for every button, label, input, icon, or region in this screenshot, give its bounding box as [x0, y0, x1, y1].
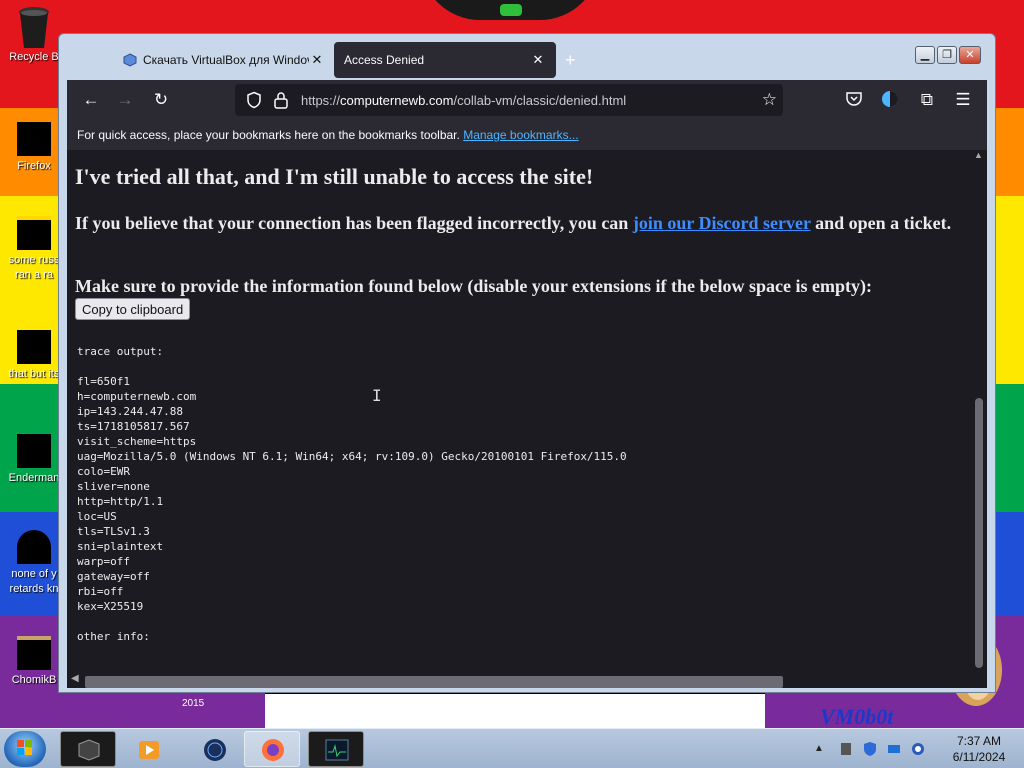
navigation-toolbar: ← → ↻ https://computernewb.com/collab-vm… [67, 80, 987, 120]
taskbar-clock[interactable]: 7:37 AM 6/11/2024 [934, 733, 1024, 765]
paragraph-text: If you believe that your connection has … [75, 213, 633, 233]
firefox-shortcut-icon [17, 122, 51, 156]
desktop-icon-enderman[interactable]: Enderman [2, 434, 66, 486]
desktop-icon-some-russ[interactable]: some russ ran a ra [2, 216, 66, 283]
provide-info-paragraph: Make sure to provide the information fou… [75, 276, 873, 296]
desktop-icon-none-of-y[interactable]: none of y retards kn [2, 530, 66, 597]
trace-output: trace output: fl=650f1 h=computernewb.co… [77, 345, 627, 643]
window-controls: ▁ ❐ ✕ [915, 46, 981, 64]
network-icon[interactable] [886, 741, 902, 757]
tab-title: Скачать VirtualBox для Windov [143, 53, 309, 67]
globe-app-icon [204, 739, 226, 761]
desktop-icon-label: Firefox [17, 160, 51, 172]
media-player-icon [139, 741, 159, 759]
url-path: /collab-vm/classic/denied.html [453, 92, 627, 108]
text-cursor-icon: I [372, 386, 382, 405]
taskbar-task-manager[interactable] [308, 731, 364, 767]
system-tray: ▲ 7:37 AM 6/11/2024 [814, 729, 1024, 768]
virtualbox-icon [123, 53, 137, 67]
lock-icon[interactable] [273, 91, 289, 109]
taskbar-firefox[interactable] [244, 731, 300, 767]
taskbar-app-globe[interactable] [186, 731, 242, 767]
desktop-icon-label: Recycle B [9, 51, 59, 63]
show-hidden-icons-icon[interactable]: ▲ [814, 741, 830, 757]
bookmarks-hint: For quick access, place your bookmarks h… [77, 128, 460, 142]
recycle-bin-icon [17, 6, 51, 48]
file-shortcut-icon [17, 636, 51, 670]
desktop-icon-chomikb[interactable]: ChomikB [2, 636, 66, 688]
url-scheme: https:// [301, 92, 341, 108]
flagged-paragraph: If you believe that your connection has … [75, 212, 955, 234]
shield-tray-icon[interactable] [862, 741, 878, 757]
tab-virtualbox[interactable]: Скачать VirtualBox для Windov ✕ [113, 42, 335, 78]
file-shortcut-icon [17, 216, 51, 250]
firefox-window: Скачать VirtualBox для Windov ✕ Access D… [58, 33, 996, 693]
account-icon[interactable] [881, 90, 899, 108]
page-heading: I've tried all that, and I'm still unabl… [75, 164, 594, 189]
tracking-protection-shield-icon[interactable] [245, 91, 263, 109]
desktop-icon-label: none of y [11, 568, 57, 580]
file-shortcut-icon [17, 434, 51, 468]
desktop-icon-that-but-its[interactable]: that but its [2, 330, 66, 382]
discord-link[interactable]: join our Discord server [633, 213, 811, 233]
tab-close-icon[interactable]: ✕ [309, 52, 325, 68]
scroll-up-icon[interactable]: ▲ [974, 150, 983, 160]
horizontal-scrollbar-thumb[interactable] [85, 676, 783, 688]
desktop-icon-label: ChomikB [11, 674, 57, 686]
task-icon[interactable] [838, 741, 854, 757]
tab-bar: Скачать VirtualBox для Windov ✕ Access D… [67, 40, 987, 80]
copy-to-clipboard-button[interactable]: Copy to clipboard [75, 298, 191, 320]
url-text[interactable]: https://computernewb.com/collab-vm/class… [301, 93, 626, 108]
minimize-button[interactable]: ▁ [915, 46, 935, 64]
maximize-button[interactable]: ❐ [937, 46, 957, 64]
tab-close-icon[interactable]: ✕ [530, 52, 546, 68]
tab-title: Access Denied [344, 53, 425, 67]
volume-icon[interactable] [910, 741, 926, 757]
desktop-icon-label-line2: ran a ra [15, 269, 53, 281]
wallpaper-signature: VM0b0t [820, 704, 894, 728]
page-content: I've tried all that, and I'm still unabl… [67, 150, 987, 688]
desktop-icon-label: that but its [8, 368, 60, 380]
desktop-icon-recycle-bin[interactable]: Recycle B [2, 6, 66, 65]
bookmarks-toolbar: For quick access, place your bookmarks h… [67, 120, 987, 150]
new-tab-button[interactable]: + [565, 50, 576, 71]
taskbar-media-player[interactable] [120, 731, 176, 767]
wallpaper-paper [265, 690, 765, 728]
clock-date: 6/11/2024 [952, 750, 1006, 764]
monitor-graph-icon [325, 739, 349, 761]
extensions-icon[interactable]: ⧉ [915, 88, 939, 112]
pocket-icon[interactable] [845, 90, 863, 108]
vertical-scrollbar[interactable]: ▲ [971, 150, 987, 672]
tab-access-denied[interactable]: Access Denied ✕ [334, 42, 556, 78]
manage-bookmarks-link[interactable]: Manage bookmarks... [463, 128, 578, 142]
wallpaper-face-mouth [500, 4, 522, 16]
desktop-icon-label: Enderman [8, 472, 60, 484]
menu-icon[interactable]: ☰ [951, 88, 975, 112]
back-icon[interactable]: ← [79, 88, 103, 112]
desktop-icon-firefox[interactable]: Firefox [2, 122, 66, 174]
paragraph-text: and open a ticket. [810, 213, 952, 233]
scroll-left-icon[interactable]: ◀ [71, 673, 79, 684]
clock-time: 7:37 AM [956, 734, 1002, 748]
windows-logo-icon [17, 740, 32, 755]
file-shortcut-icon [17, 530, 51, 564]
taskbar: ▲ 7:37 AM 6/11/2024 [0, 728, 1024, 768]
url-host: computernewb.com [340, 92, 454, 108]
forward-icon[interactable]: → [113, 88, 137, 112]
bookmark-star-icon[interactable]: ☆ [762, 90, 777, 110]
wallpaper-year: 2015 [182, 698, 205, 709]
vertical-scrollbar-thumb[interactable] [975, 398, 983, 668]
app-box-icon [78, 739, 100, 761]
firefox-icon [262, 739, 284, 761]
start-button[interactable] [4, 731, 46, 767]
url-bar[interactable]: https://computernewb.com/collab-vm/class… [235, 84, 783, 116]
desktop-icon-label: some russ [8, 254, 60, 266]
horizontal-scrollbar[interactable]: ◀ [67, 672, 971, 688]
file-shortcut-icon [17, 330, 51, 364]
taskbar-app-black[interactable] [60, 731, 116, 767]
desktop-icon-label-line2: retards kn [9, 583, 59, 595]
reload-icon[interactable]: ↻ [149, 88, 173, 112]
close-window-button[interactable]: ✕ [959, 46, 981, 64]
